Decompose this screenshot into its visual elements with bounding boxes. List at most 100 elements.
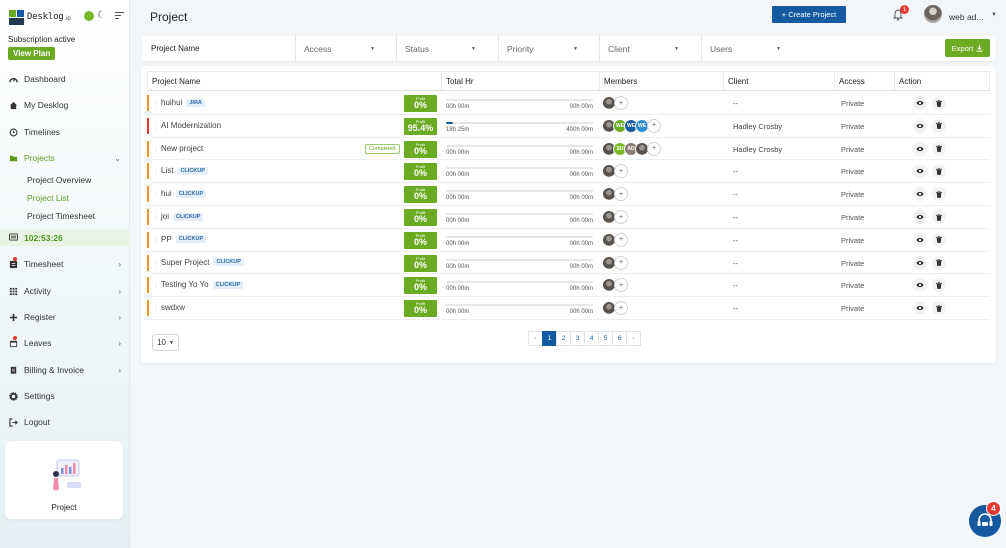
- table-row[interactable]: ⋮⋮ Super Project CLICKUP Profit 0% 00h 00m 00h…: [147, 252, 990, 275]
- project-name[interactable]: hui: [161, 189, 172, 198]
- view-button[interactable]: [913, 96, 927, 110]
- project-name-cell[interactable]: huihui JIRA: [161, 98, 205, 107]
- add-member-button[interactable]: +: [614, 255, 628, 270]
- project-name[interactable]: swdxw: [161, 303, 185, 312]
- sidebar-item-leaves[interactable]: Leaves ›: [9, 335, 121, 350]
- add-member-button[interactable]: +: [614, 278, 628, 293]
- project-name-cell[interactable]: New project: [161, 144, 203, 153]
- sidebar-item-projects[interactable]: Projects ⌄: [9, 151, 121, 165]
- page-button-4[interactable]: 4: [584, 331, 599, 346]
- view-button[interactable]: [913, 278, 927, 293]
- column-header-total-hr[interactable]: Total Hr: [441, 72, 599, 90]
- add-member-button[interactable]: +: [614, 210, 628, 224]
- table-row[interactable]: ⋮⋮ List CLICKUP Profit 0% 00h 00m 00h 00m + -- Pr…: [147, 160, 990, 184]
- add-member-button[interactable]: +: [614, 187, 628, 202]
- project-promo-card[interactable]: Project: [5, 441, 123, 519]
- sidebar-item-activity[interactable]: Activity ›: [9, 284, 121, 298]
- table-row[interactable]: ⋮⋮ huihui JIRA Profit 0% 00h 00m 00h 00m + -- Pri…: [147, 92, 990, 115]
- project-name[interactable]: List: [161, 166, 173, 175]
- page-size-select[interactable]: 10 ▼: [152, 334, 179, 351]
- column-header-access[interactable]: Access: [834, 72, 894, 90]
- view-button[interactable]: [913, 187, 927, 202]
- delete-button[interactable]: [932, 187, 946, 202]
- access-filter[interactable]: Access ▼: [295, 36, 395, 61]
- sidebar-item-my-desklog[interactable]: My Desklog: [9, 98, 121, 112]
- theme-toggle[interactable]: ☾: [84, 11, 106, 21]
- sidebar-item-register[interactable]: Register ›: [9, 310, 121, 324]
- view-button[interactable]: [913, 255, 927, 270]
- priority-filter[interactable]: Priority ▼: [498, 36, 598, 61]
- table-row[interactable]: ⋮⋮ AI Modernization Profit 95.4% 18h 25m 400h…: [147, 115, 990, 138]
- table-row[interactable]: ⋮⋮ New project Completed Profit 0% 00h 00m 00h…: [147, 138, 990, 161]
- view-button[interactable]: [913, 141, 927, 156]
- user-name[interactable]: web ad...: [949, 12, 984, 22]
- view-button[interactable]: [913, 164, 927, 179]
- work-timer[interactable]: 102:53:26: [0, 229, 130, 246]
- sidebar-sub-project-list[interactable]: Project List: [27, 193, 69, 203]
- project-name[interactable]: joi: [161, 212, 169, 221]
- user-avatar[interactable]: [924, 5, 942, 23]
- add-member-button[interactable]: +: [614, 96, 628, 110]
- page-button-3[interactable]: 3: [570, 331, 585, 346]
- add-member-button[interactable]: +: [647, 118, 661, 133]
- project-name[interactable]: New project: [161, 144, 203, 153]
- brand-logo[interactable]: Desklog .io: [9, 8, 71, 26]
- project-name-cell[interactable]: swdxw: [161, 303, 185, 312]
- delete-button[interactable]: [932, 301, 946, 316]
- users-filter[interactable]: Users ▼: [701, 36, 801, 61]
- client-filter[interactable]: Client ▼: [599, 36, 699, 61]
- sidebar-sub-project-overview[interactable]: Project Overview: [27, 175, 91, 185]
- view-button[interactable]: [913, 301, 927, 316]
- caret-down-icon[interactable]: ▼: [991, 12, 997, 18]
- sidebar-item-billing[interactable]: Billing & Invoice ›: [9, 363, 121, 377]
- page-button-6[interactable]: 6: [612, 331, 627, 346]
- column-header-project-name[interactable]: Project Name: [148, 72, 441, 90]
- export-button[interactable]: Export: [945, 39, 990, 57]
- add-member-button[interactable]: +: [614, 164, 628, 179]
- add-member-button[interactable]: +: [614, 232, 628, 247]
- view-button[interactable]: [913, 210, 927, 224]
- add-member-button[interactable]: +: [647, 141, 661, 156]
- page-button-1[interactable]: 1: [542, 331, 557, 346]
- column-header-client[interactable]: Client: [723, 72, 834, 90]
- view-button[interactable]: [913, 118, 927, 133]
- project-name-cell[interactable]: hui CLICKUP: [161, 189, 207, 198]
- delete-button[interactable]: [932, 255, 946, 270]
- sidebar-item-timesheet[interactable]: Timesheet ›: [9, 256, 121, 271]
- project-name[interactable]: AI Modernization: [161, 121, 221, 130]
- table-row[interactable]: ⋮⋮ hui CLICKUP Profit 0% 00h 00m 00h 00m + -- Pri…: [147, 183, 990, 206]
- table-row[interactable]: ⋮⋮ joi CLICKUP Profit 0% 00h 00m 00h 00m + -- Pri…: [147, 206, 990, 229]
- sidebar-item-dashboard[interactable]: Dashboard: [9, 72, 121, 86]
- delete-button[interactable]: [932, 118, 946, 133]
- page-button-5[interactable]: 5: [598, 331, 613, 346]
- table-row[interactable]: ⋮⋮ swdxw Profit 0% 00h 00m 00h 00m + -- Private: [147, 297, 990, 320]
- next-page-button[interactable]: ›: [626, 331, 641, 346]
- project-name-cell[interactable]: List CLICKUP: [161, 166, 208, 175]
- delete-button[interactable]: [932, 141, 946, 156]
- project-name-cell[interactable]: Testing Yo Yo CLICKUP: [161, 280, 244, 289]
- delete-button[interactable]: [932, 96, 946, 110]
- delete-button[interactable]: [932, 278, 946, 293]
- project-name-filter[interactable]: Project Name: [151, 44, 199, 53]
- sidebar-item-timelines[interactable]: Timelines: [9, 125, 121, 139]
- table-row[interactable]: ⋮⋮ Testing Yo Yo CLICKUP Profit 0% 00h 00m 00h…: [147, 274, 990, 298]
- delete-button[interactable]: [932, 164, 946, 179]
- view-button[interactable]: [913, 232, 927, 247]
- project-name-cell[interactable]: Super Project CLICKUP: [161, 258, 244, 267]
- project-name[interactable]: Super Project: [161, 258, 209, 267]
- sidebar-sub-project-timesheet[interactable]: Project Timesheet: [27, 211, 95, 221]
- menu-collapse-icon[interactable]: [115, 12, 124, 21]
- status-filter[interactable]: Status ▼: [396, 36, 496, 61]
- sidebar-item-settings[interactable]: Settings: [9, 389, 121, 403]
- table-row[interactable]: ⋮⋮ PP CLICKUP Profit 0% 00h 00m 00h 00m + -- Priv…: [147, 229, 990, 252]
- project-name[interactable]: PP: [161, 235, 172, 244]
- create-project-button[interactable]: + Create Project: [772, 6, 846, 23]
- add-member-button[interactable]: +: [614, 301, 628, 316]
- project-name[interactable]: Testing Yo Yo: [161, 280, 209, 289]
- page-button-2[interactable]: 2: [556, 331, 571, 346]
- project-name-cell[interactable]: PP CLICKUP: [161, 235, 207, 244]
- prev-page-button[interactable]: ‹: [528, 331, 543, 346]
- project-name-cell[interactable]: AI Modernization: [161, 121, 221, 130]
- view-plan-button[interactable]: View Plan: [8, 47, 56, 60]
- sidebar-item-logout[interactable]: Logout: [9, 415, 121, 429]
